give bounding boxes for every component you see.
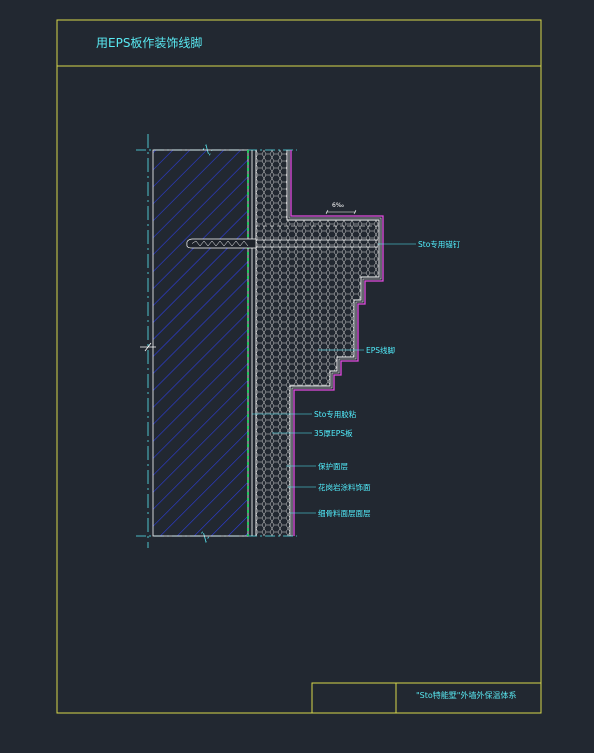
callout-eps-board: 35厚EPS板	[314, 429, 353, 438]
anchor-dowel	[186, 238, 257, 249]
drawing-title: 用EPS板作装饰线脚	[96, 36, 203, 50]
callout-base: 细骨料面层面层	[318, 509, 371, 518]
callout-eps-line: EPS线脚	[366, 346, 396, 355]
callout-adhesive: Sto专用胶粘	[314, 410, 357, 419]
title-block-name: "Sto特能墅"外墙外保温体系	[416, 691, 517, 700]
callout-finish: 花岗岩涂料饰面	[318, 483, 371, 492]
eps-insulation	[256, 150, 379, 536]
masonry-wall	[152, 149, 249, 537]
callout-protect: 保护面层	[318, 462, 348, 471]
cad-drawing-sheet	[56, 19, 542, 714]
dimension-text: 6‰	[332, 202, 344, 209]
callout-anchor: Sto专用锚钉	[418, 240, 461, 249]
